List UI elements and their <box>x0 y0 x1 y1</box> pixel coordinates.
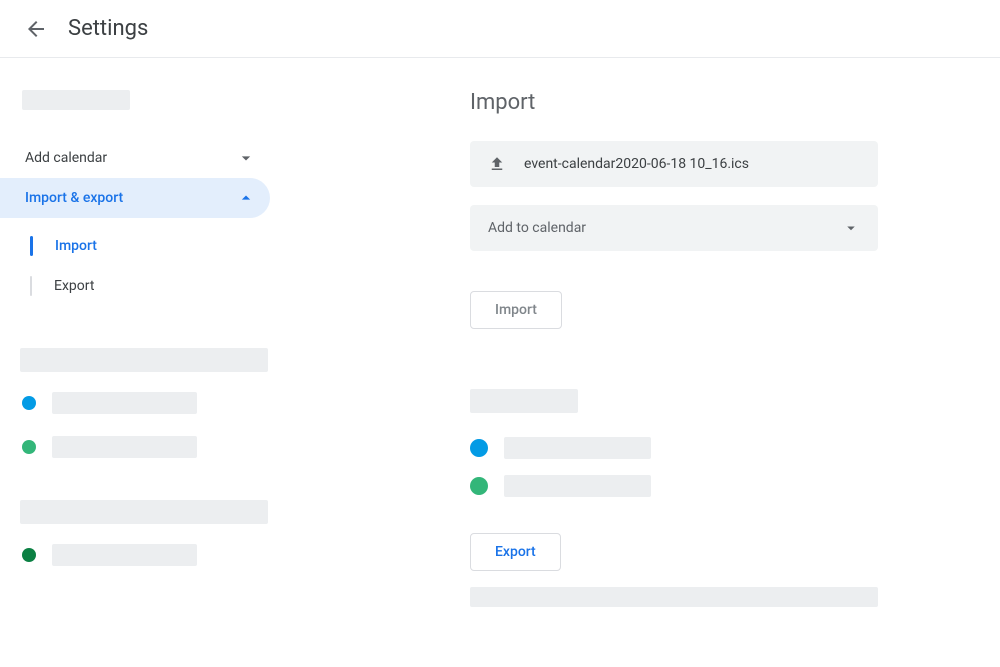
calendar-name-placeholder <box>52 436 197 458</box>
uploaded-file-name: event-calendar2020-06-18 10_16.ics <box>524 156 749 172</box>
sub-item-marker <box>30 276 32 296</box>
back-arrow-icon[interactable] <box>24 17 48 41</box>
export-calendar-item <box>470 437 960 459</box>
export-button-wrap: Export <box>470 533 960 571</box>
import-button[interactable]: Import <box>470 291 562 329</box>
calendar-name-placeholder <box>52 544 197 566</box>
add-to-calendar-label: Add to calendar <box>488 220 586 236</box>
export-description-placeholder <box>470 587 878 607</box>
sidebar-sub-import[interactable]: Import <box>30 226 280 266</box>
sidebar-general-placeholder <box>22 90 130 110</box>
export-calendar-item <box>470 475 960 497</box>
main-panel: Import event-calendar2020-06-18 10_16.ic… <box>280 90 1000 607</box>
calendar-name-placeholder <box>504 475 651 497</box>
sidebar-sub-export-label: Export <box>54 278 94 294</box>
sidebar-section-header-placeholder <box>20 348 268 372</box>
sidebar-import-export-label: Import & export <box>25 190 123 206</box>
sidebar-sub-items: Import Export <box>20 226 280 306</box>
sidebar-section-header-placeholder <box>20 500 268 524</box>
chevron-down-icon <box>236 148 256 168</box>
calendar-name-placeholder <box>504 437 651 459</box>
calendar-name-placeholder <box>52 392 197 414</box>
sidebar-calendar-item[interactable] <box>22 544 280 566</box>
export-section: Export <box>470 389 960 607</box>
content: Add calendar Import & export Import <box>0 58 1000 607</box>
sidebar-import-export[interactable]: Import & export <box>0 178 270 218</box>
page-title: Settings <box>68 16 148 41</box>
file-upload-box[interactable]: event-calendar2020-06-18 10_16.ics <box>470 141 878 187</box>
header: Settings <box>0 0 1000 58</box>
calendar-color-dot <box>22 548 36 562</box>
sub-item-marker <box>30 236 33 256</box>
sidebar-add-calendar[interactable]: Add calendar <box>20 138 270 178</box>
sidebar-calendar-item[interactable] <box>22 436 280 458</box>
calendar-color-dot <box>22 440 36 454</box>
sidebar-sub-export[interactable]: Export <box>30 266 280 306</box>
upload-icon <box>488 155 506 173</box>
sidebar-add-calendar-label: Add calendar <box>25 150 107 166</box>
calendar-color-dot <box>22 396 36 410</box>
chevron-up-icon <box>236 188 256 208</box>
sidebar-calendar-item[interactable] <box>22 392 280 414</box>
export-title-placeholder <box>470 389 578 413</box>
import-section-title: Import <box>470 90 960 115</box>
sidebar: Add calendar Import & export Import <box>0 90 280 607</box>
sidebar-sub-import-label: Import <box>55 238 97 254</box>
calendar-color-dot <box>470 439 488 457</box>
export-button[interactable]: Export <box>470 533 561 571</box>
calendar-color-dot <box>470 477 488 495</box>
add-to-calendar-select[interactable]: Add to calendar <box>470 205 878 251</box>
dropdown-arrow-icon <box>842 219 860 237</box>
